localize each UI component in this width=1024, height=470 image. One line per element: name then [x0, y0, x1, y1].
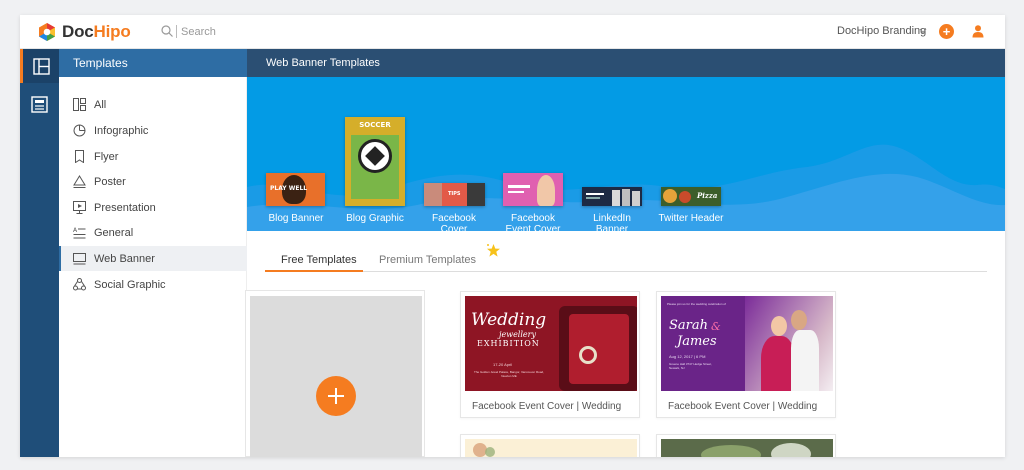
top-bar: DocHipo DocHipo Branding +	[20, 15, 1005, 49]
template-card-floral[interactable]	[460, 434, 640, 457]
sidebar-item-general[interactable]: A General	[59, 220, 247, 245]
sidebar-item-label: Flyer	[94, 150, 119, 163]
tips-thumbnail-text: TIPS	[448, 191, 461, 197]
tab-free-templates[interactable]: Free Templates	[281, 254, 357, 266]
category-blog-graphic-label[interactable]: Blog Graphic	[340, 213, 410, 224]
sidebar-header: Templates	[59, 49, 247, 77]
template-thumbnail: Please join us for the wedding celebrati…	[661, 296, 833, 391]
facebook-event-cover-thumbnail[interactable]	[503, 173, 563, 206]
rail-documents-button[interactable]	[20, 87, 59, 121]
search-input[interactable]	[181, 23, 331, 41]
template-thumbnail	[465, 439, 637, 457]
social-icon	[73, 278, 86, 291]
flyer-icon	[75, 150, 84, 163]
template-card-wedding-exhibition[interactable]: Wedding jewellery EXHIBITION 17-20 April…	[460, 291, 640, 418]
presentation-icon	[73, 201, 86, 214]
document-list-icon	[31, 95, 48, 113]
tab-premium-templates[interactable]: Premium Templates	[379, 254, 476, 266]
category-twitter-header-label[interactable]: Twitter Header	[656, 213, 726, 224]
blog-graphic-thumbnail[interactable]: SOCCER	[345, 117, 405, 206]
sidebar: All Infographic Flyer Poster Presentatio…	[59, 77, 247, 457]
account-menu[interactable]: DocHipo Branding	[837, 25, 926, 37]
text-lines-icon: A	[73, 227, 86, 239]
card2-date-text: Aug 12, 2017 | 6 PM	[669, 354, 706, 359]
user-icon[interactable]	[971, 24, 985, 38]
card-ampersand: &	[711, 320, 721, 333]
card-name-sarah: Sarah	[669, 318, 708, 333]
templates-layout-icon	[32, 57, 50, 75]
blog-banner-thumbnail[interactable]: PLAY WELL	[266, 173, 325, 206]
sidebar-item-presentation[interactable]: Presentation	[59, 195, 247, 220]
sidebar-item-social-graphic[interactable]: Social Graphic	[59, 272, 247, 297]
create-new-button[interactable]	[316, 376, 356, 416]
category-banner: PLAY WELL Blog Banner SOCCER Blog Graphi…	[247, 77, 1005, 231]
template-thumbnail	[661, 439, 833, 457]
brand-part-hipo: Hipo	[93, 22, 131, 41]
linkedin-banner-thumbnail[interactable]	[582, 187, 642, 206]
page-title: Web Banner Templates	[247, 49, 1005, 77]
card-invite-text: Please join us for the wedding celebrati…	[667, 302, 726, 306]
card-date-text: 17-20 April	[493, 362, 513, 367]
search-divider	[176, 25, 177, 38]
sidebar-item-label: General	[94, 226, 134, 239]
sidebar-item-label: Presentation	[94, 201, 156, 214]
template-card-label: Facebook Event Cover | Wedding	[668, 401, 818, 412]
brand-name[interactable]: DocHipo	[62, 22, 131, 42]
dochipo-logo-icon[interactable]	[38, 23, 56, 41]
chevron-down-icon[interactable]	[919, 28, 927, 34]
create-blank-card[interactable]	[245, 290, 425, 457]
sidebar-item-all[interactable]: All	[59, 92, 247, 117]
plus-icon	[328, 388, 344, 404]
template-card-food[interactable]	[656, 434, 836, 457]
premium-star-icon	[487, 244, 500, 257]
add-button[interactable]: +	[939, 24, 954, 39]
sidebar-item-label: Social Graphic	[94, 278, 166, 291]
sidebar-item-flyer[interactable]: Flyer	[59, 144, 247, 169]
sidebar-item-infographic[interactable]: Infographic	[59, 118, 247, 143]
sidebar-item-web-banner[interactable]: Web Banner	[59, 246, 247, 271]
card-address-text: The Golden Jewel Palace, Bangor, Vancouv…	[474, 370, 544, 378]
template-thumbnail: Wedding jewellery EXHIBITION 17-20 April…	[465, 296, 637, 391]
card-jewellery-text: jewellery	[499, 330, 536, 339]
left-rail	[20, 49, 59, 457]
template-tabs: Free Templates Premium Templates	[265, 244, 987, 272]
triangle-poster-icon	[73, 175, 86, 188]
rail-templates-button[interactable]	[20, 49, 59, 83]
search-icon[interactable]	[161, 25, 173, 37]
pizza-thumbnail-text: Pizza	[697, 191, 718, 200]
svg-text:A: A	[73, 227, 78, 234]
sidebar-item-label: Web Banner	[94, 252, 155, 265]
sidebar-item-label: All	[94, 98, 107, 111]
blank-canvas-placeholder	[250, 296, 422, 457]
blog-banner-thumbnail-text: PLAY WELL	[270, 185, 308, 192]
template-card-label: Facebook Event Cover | Wedding	[472, 401, 622, 412]
template-card-sarah-james[interactable]: Please join us for the wedding celebrati…	[656, 291, 836, 418]
category-facebook-cover-label[interactable]: Facebook Cover	[419, 213, 489, 231]
sidebar-item-label: Poster	[94, 175, 126, 188]
pie-chart-icon	[73, 124, 86, 137]
card-exhibition-text: EXHIBITION	[477, 339, 540, 348]
sidebar-item-poster[interactable]: Poster	[59, 169, 247, 194]
soccer-thumbnail-text: SOCCER	[359, 121, 391, 129]
facebook-cover-thumbnail[interactable]: TIPS	[424, 183, 485, 206]
card-venue-text: Greene Hall 3747 Hedge Street, Newark, N…	[669, 362, 712, 370]
card-wedding-title: Wedding	[471, 310, 547, 330]
category-linkedin-banner-label[interactable]: LinkedIn Banner	[577, 213, 647, 231]
active-tab-indicator	[265, 270, 363, 272]
category-blog-banner-label[interactable]: Blog Banner	[265, 213, 327, 224]
brand-part-doc: Doc	[62, 22, 94, 41]
app-window: DocHipo DocHipo Branding +	[20, 15, 1005, 457]
sidebar-item-label: Infographic	[94, 124, 149, 137]
monitor-icon	[73, 253, 86, 265]
category-facebook-event-cover-label[interactable]: Facebook Event Cover	[497, 213, 569, 231]
grid-layout-icon	[73, 98, 86, 111]
card-name-james: James	[677, 334, 717, 349]
twitter-header-thumbnail[interactable]: Pizza	[661, 187, 721, 206]
